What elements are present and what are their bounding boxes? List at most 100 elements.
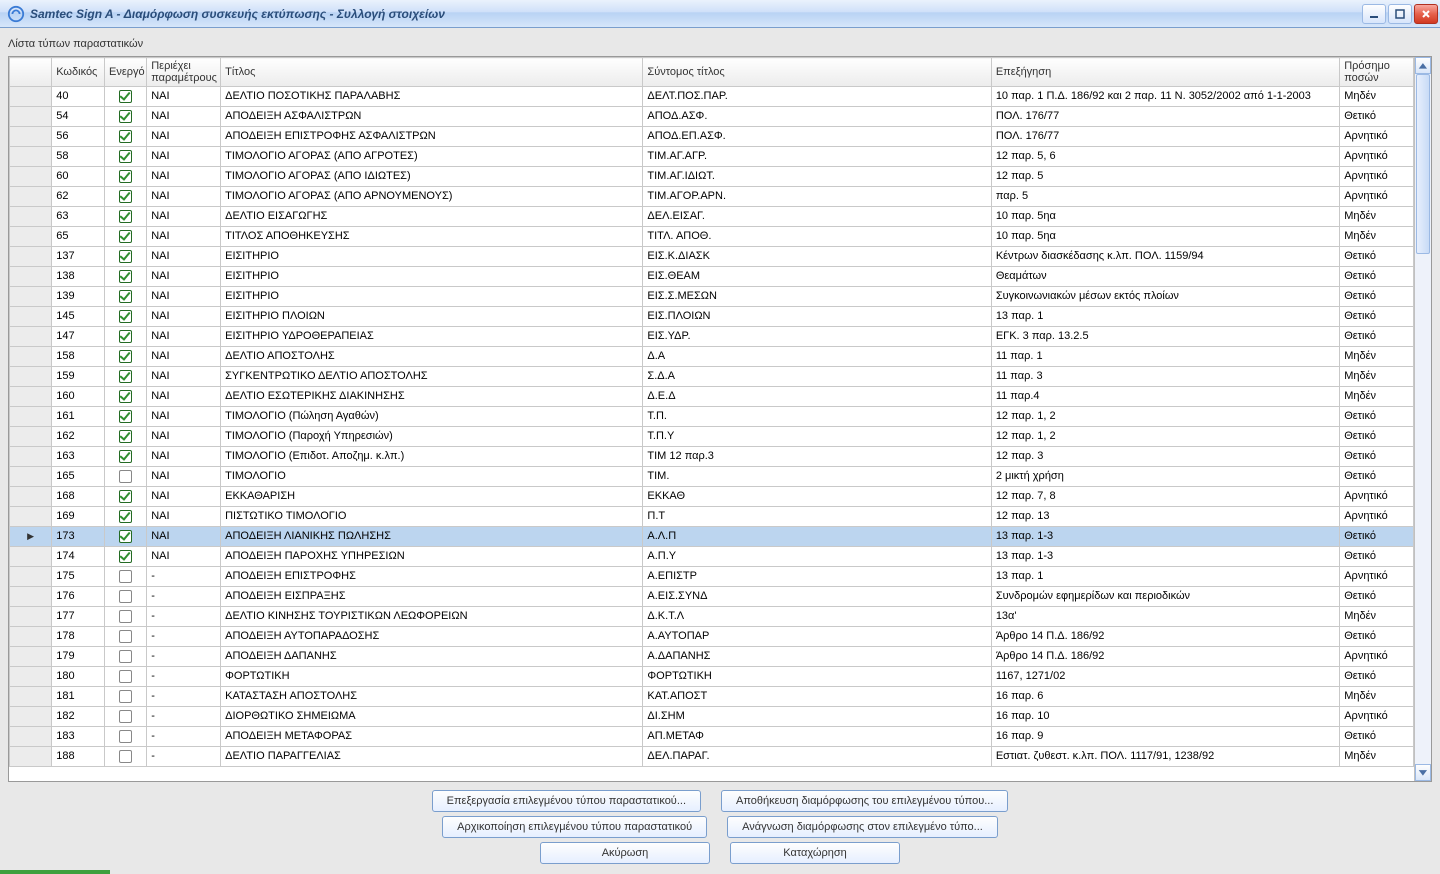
cell-explanation[interactable]: 12 παρ. 3 — [991, 447, 1339, 467]
cell-active[interactable] — [105, 327, 147, 347]
cell-short[interactable]: ΔΕΛ.ΕΙΣΑΓ. — [643, 207, 991, 227]
cell-short[interactable]: Α.ΔΑΠΑΝΗΣ — [643, 647, 991, 667]
cell-active[interactable] — [105, 467, 147, 487]
cell-has-params[interactable]: ΝΑΙ — [147, 527, 221, 547]
row-selector-cell[interactable] — [10, 707, 52, 727]
cell-has-params[interactable]: ΝΑΙ — [147, 487, 221, 507]
cell-sign[interactable]: Μηδέν — [1340, 607, 1414, 627]
cell-active[interactable] — [105, 527, 147, 547]
cell-code[interactable]: 62 — [52, 187, 105, 207]
table-row[interactable]: 56ΝΑΙΑΠΟΔΕΙΞΗ ΕΠΙΣΤΡΟΦΗΣ ΑΣΦΑΛΙΣΤΡΩΝΑΠΟΔ… — [10, 127, 1414, 147]
cell-active[interactable] — [105, 127, 147, 147]
cell-short[interactable]: Α.Π.Υ — [643, 547, 991, 567]
active-checkbox[interactable] — [119, 690, 132, 703]
cell-code[interactable]: 54 — [52, 107, 105, 127]
submit-button[interactable]: Καταχώρηση — [730, 842, 900, 864]
table-row[interactable]: 145ΝΑΙΕΙΣΙΤΗΡΙΟ ΠΛΟΙΩΝΕΙΣ.ΠΛΟΙΩΝ13 παρ. … — [10, 307, 1414, 327]
cell-has-params[interactable]: ΝΑΙ — [147, 327, 221, 347]
row-selector-cell[interactable] — [10, 487, 52, 507]
cell-explanation[interactable]: 16 παρ. 9 — [991, 727, 1339, 747]
cell-has-params[interactable]: ΝΑΙ — [147, 547, 221, 567]
cell-explanation[interactable]: 12 παρ. 13 — [991, 507, 1339, 527]
table-row[interactable]: 183-ΑΠΟΔΕΙΞΗ ΜΕΤΑΦΟΡΑΣΑΠ.ΜΕΤΑΦ16 παρ. 9Θ… — [10, 727, 1414, 747]
cell-code[interactable]: 179 — [52, 647, 105, 667]
row-selector-cell[interactable] — [10, 427, 52, 447]
cell-has-params[interactable]: ΝΑΙ — [147, 407, 221, 427]
active-checkbox[interactable] — [119, 470, 132, 483]
cell-has-params[interactable]: ΝΑΙ — [147, 247, 221, 267]
cell-sign[interactable]: Αρνητικό — [1340, 147, 1414, 167]
cell-has-params[interactable]: ΝΑΙ — [147, 347, 221, 367]
cell-explanation[interactable]: 12 παρ. 7, 8 — [991, 487, 1339, 507]
table-row[interactable]: 163ΝΑΙΤΙΜΟΛΟΓΙΟ (Επιδοτ. Αποζημ. κ.λπ.)Τ… — [10, 447, 1414, 467]
row-selector-cell[interactable] — [10, 587, 52, 607]
close-button[interactable] — [1414, 4, 1438, 24]
cell-sign[interactable]: Αρνητικό — [1340, 567, 1414, 587]
table-row[interactable]: 174ΝΑΙΑΠΟΔΕΙΞΗ ΠΑΡΟΧΗΣ ΥΠΗΡΕΣΙΩΝΑ.Π.Υ13 … — [10, 547, 1414, 567]
cell-has-params[interactable]: ΝΑΙ — [147, 307, 221, 327]
cell-has-params[interactable]: ΝΑΙ — [147, 467, 221, 487]
cell-sign[interactable]: Θετικό — [1340, 727, 1414, 747]
cell-explanation[interactable]: 13 παρ. 1 — [991, 307, 1339, 327]
row-selector-cell[interactable] — [10, 207, 52, 227]
cell-short[interactable]: ΤΙΤΛ. ΑΠΟΘ. — [643, 227, 991, 247]
col-code[interactable]: Κωδικός — [52, 58, 105, 87]
cell-short[interactable]: ΔΙ.ΣΗΜ — [643, 707, 991, 727]
cell-short[interactable]: ΤΙΜ.ΑΓΟΡ.ΑΡΝ. — [643, 187, 991, 207]
cell-explanation[interactable]: Άρθρο 14 Π.Δ. 186/92 — [991, 647, 1339, 667]
cell-code[interactable]: 176 — [52, 587, 105, 607]
active-checkbox[interactable] — [119, 670, 132, 683]
cell-explanation[interactable]: Κέντρων διασκέδασης κ.λπ. ΠΟΛ. 1159/94 — [991, 247, 1339, 267]
cell-has-params[interactable]: ΝΑΙ — [147, 447, 221, 467]
cell-has-params[interactable]: ΝΑΙ — [147, 507, 221, 527]
cell-code[interactable]: 58 — [52, 147, 105, 167]
cell-explanation[interactable]: Συνδρομών εφημερίδων και περιοδικών — [991, 587, 1339, 607]
cell-has-params[interactable]: - — [147, 627, 221, 647]
cell-title[interactable]: ΔΙΟΡΘΩΤΙΚΟ ΣΗΜΕΙΩΜΑ — [221, 707, 643, 727]
table-row[interactable]: 176-ΑΠΟΔΕΙΞΗ ΕΙΣΠΡΑΞΗΣΑ.ΕΙΣ.ΣΥΝΔΣυνδρομώ… — [10, 587, 1414, 607]
cell-title[interactable]: ΕΙΣΙΤΗΡΙΟ — [221, 287, 643, 307]
maximize-button[interactable] — [1388, 4, 1412, 24]
row-selector-cell[interactable] — [10, 547, 52, 567]
table-row[interactable]: 179-ΑΠΟΔΕΙΞΗ ΔΑΠΑΝΗΣΑ.ΔΑΠΑΝΗΣΆρθρο 14 Π.… — [10, 647, 1414, 667]
cell-title[interactable]: ΑΠΟΔΕΙΞΗ ΕΙΣΠΡΑΞΗΣ — [221, 587, 643, 607]
cell-short[interactable]: Δ.Κ.Τ.Λ — [643, 607, 991, 627]
read-config-button[interactable]: Ανάγνωση διαμόρφωσης στον επιλεγμένο τύπ… — [727, 816, 998, 838]
cell-sign[interactable]: Θετικό — [1340, 107, 1414, 127]
cell-title[interactable]: ΕΙΣΙΤΗΡΙΟ — [221, 247, 643, 267]
table-row[interactable]: 181-ΚΑΤΑΣΤΑΣΗ ΑΠΟΣΤΟΛΗΣΚΑΤ.ΑΠΟΣΤ16 παρ. … — [10, 687, 1414, 707]
cell-title[interactable]: ΤΙΤΛΟΣ ΑΠΟΘΗΚΕΥΣΗΣ — [221, 227, 643, 247]
cell-code[interactable]: 161 — [52, 407, 105, 427]
row-selector-cell[interactable] — [10, 567, 52, 587]
cell-title[interactable]: ΤΙΜΟΛΟΓΙΟ (Πώληση Αγαθών) — [221, 407, 643, 427]
active-checkbox[interactable] — [119, 150, 132, 163]
cell-title[interactable]: ΠΙΣΤΩΤΙΚΟ ΤΙΜΟΛΟΓΙΟ — [221, 507, 643, 527]
row-selector-cell[interactable] — [10, 747, 52, 767]
table-row[interactable]: 173ΝΑΙΑΠΟΔΕΙΞΗ ΛΙΑΝΙΚΗΣ ΠΩΛΗΣΗΣΑ.Λ.Π13 π… — [10, 527, 1414, 547]
col-title[interactable]: Τίτλος — [221, 58, 643, 87]
cell-explanation[interactable]: 10 παρ. 1 Π.Δ. 186/92 και 2 παρ. 11 Ν. 3… — [991, 87, 1339, 107]
table-row[interactable]: 54ΝΑΙΑΠΟΔΕΙΞΗ ΑΣΦΑΛΙΣΤΡΩΝΑΠΟΔ.ΑΣΦ.ΠΟΛ. 1… — [10, 107, 1414, 127]
cell-explanation[interactable]: 13 παρ. 1 — [991, 567, 1339, 587]
scroll-thumb[interactable] — [1416, 74, 1430, 254]
cell-sign[interactable]: Θετικό — [1340, 427, 1414, 447]
active-checkbox[interactable] — [119, 410, 132, 423]
cell-active[interactable] — [105, 387, 147, 407]
cell-title[interactable]: ΕΙΣΙΤΗΡΙΟ — [221, 267, 643, 287]
cell-short[interactable]: ΑΠ.ΜΕΤΑΦ — [643, 727, 991, 747]
active-checkbox[interactable] — [119, 130, 132, 143]
cell-sign[interactable]: Μηδέν — [1340, 87, 1414, 107]
cell-active[interactable] — [105, 287, 147, 307]
cell-active[interactable] — [105, 147, 147, 167]
cell-sign[interactable]: Θετικό — [1340, 287, 1414, 307]
cell-short[interactable]: ΔΕΛ.ΠΑΡΑΓ. — [643, 747, 991, 767]
cell-has-params[interactable]: - — [147, 747, 221, 767]
cell-explanation[interactable]: 11 παρ.4 — [991, 387, 1339, 407]
row-selector-cell[interactable] — [10, 327, 52, 347]
active-checkbox[interactable] — [119, 170, 132, 183]
cell-active[interactable] — [105, 747, 147, 767]
cell-short[interactable]: Α.ΑΥΤΟΠΑΡ — [643, 627, 991, 647]
table-row[interactable]: 60ΝΑΙΤΙΜΟΛΟΓΙΟ ΑΓΟΡΑΣ (ΑΠΟ ΙΔΙΩΤΕΣ)ΤΙΜ.Α… — [10, 167, 1414, 187]
init-selected-type-button[interactable]: Αρχικοποίηση επιλεγμένου τύπου παραστατι… — [442, 816, 707, 838]
cell-sign[interactable]: Αρνητικό — [1340, 127, 1414, 147]
